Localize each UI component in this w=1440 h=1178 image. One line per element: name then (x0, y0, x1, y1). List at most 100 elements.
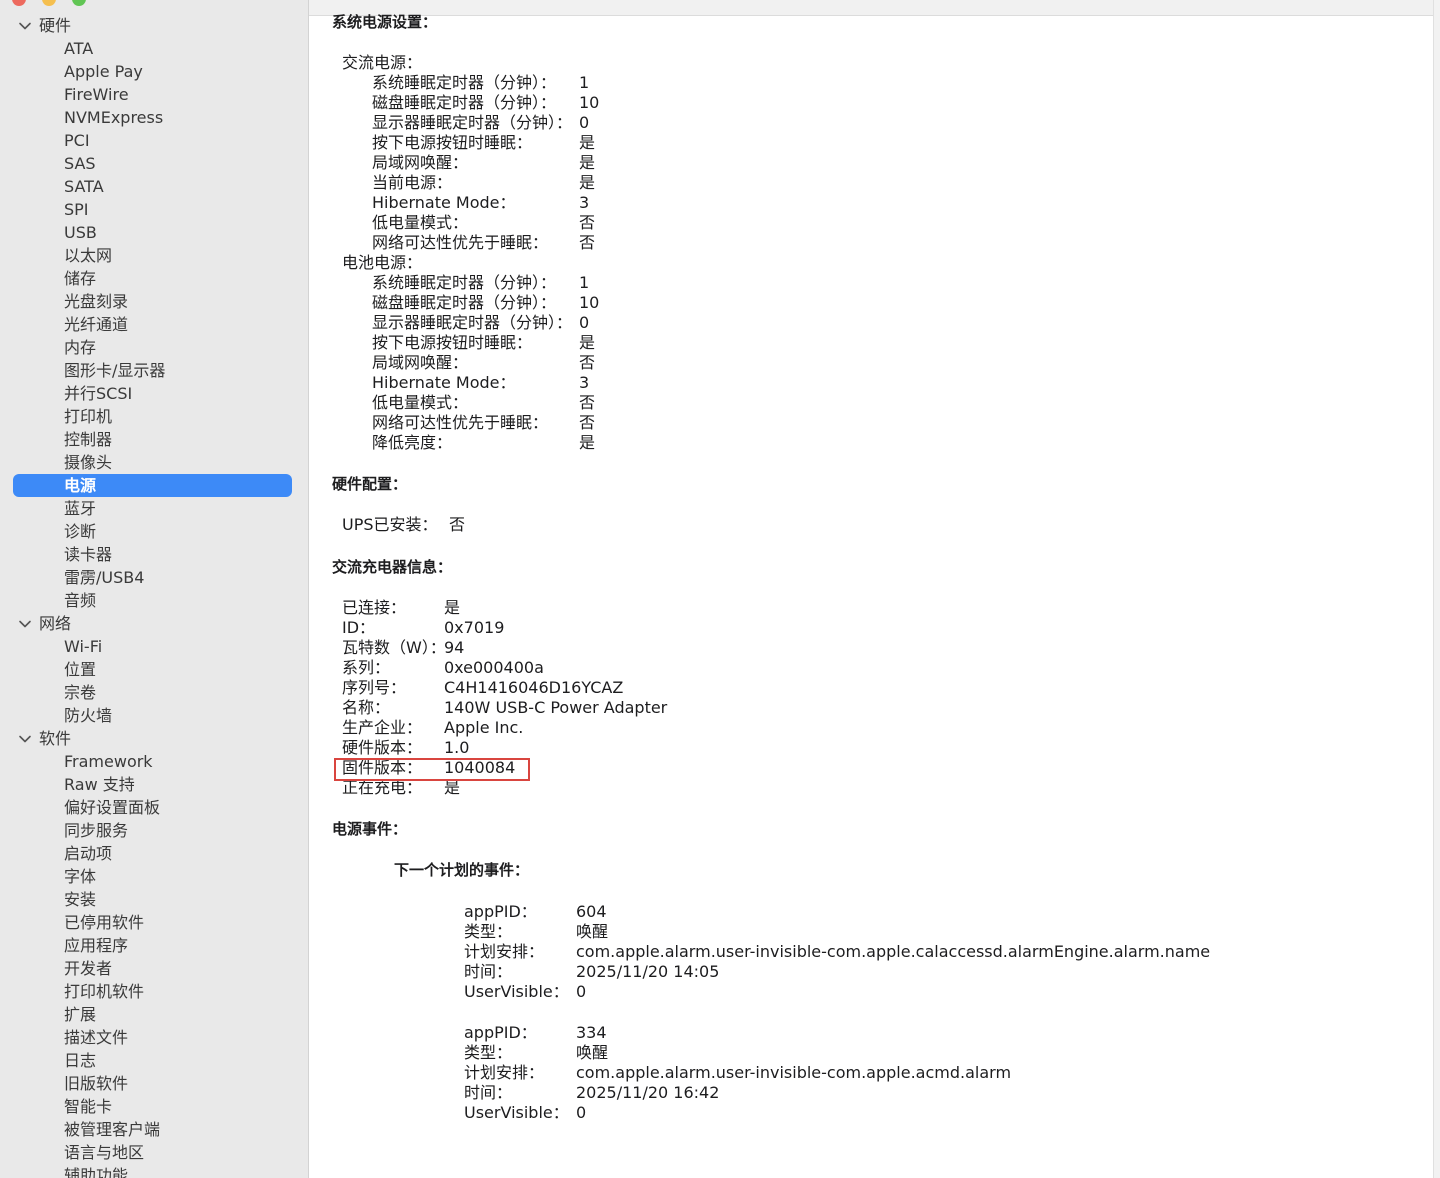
ac-setting-value: 10 (579, 93, 600, 112)
battery-setting-key: 系统睡眠定时器（分钟）： (372, 273, 557, 292)
sidebar-item[interactable]: 偏好设置面板 (13, 796, 292, 819)
sidebar-item[interactable]: 控制器 (13, 428, 292, 451)
battery-setting-value: 是 (579, 333, 596, 352)
sidebar-item[interactable]: 描述文件 (13, 1026, 292, 1049)
sidebar-item[interactable]: 光盘刻录 (13, 290, 292, 313)
sidebar-item[interactable]: 光纤通道 (13, 313, 292, 336)
battery-setting-value: 否 (579, 393, 596, 412)
event-value: 唤醒 (576, 922, 609, 941)
scrollbar[interactable] (1433, 0, 1440, 1178)
sidebar-group-label: 软件 (39, 729, 72, 748)
sidebar-group-2[interactable]: 软件 (18, 728, 71, 750)
event-value: 2025/11/20 16:42 (576, 1083, 720, 1102)
battery-setting-value: 10 (579, 293, 600, 312)
sidebar-item[interactable]: 以太网 (13, 244, 292, 267)
sidebar-item[interactable]: 旧版软件 (13, 1072, 292, 1095)
battery-setting-value: 是 (579, 433, 596, 452)
ups-installed-value: 否 (449, 515, 466, 534)
sidebar-item[interactable]: SATA (13, 175, 292, 198)
battery-setting-key: 局域网唤醒： (372, 353, 469, 372)
zoom-window-button[interactable] (72, 0, 86, 6)
battery-setting-key: 显示器睡眠定时器（分钟）： (372, 313, 573, 332)
sidebar-item[interactable]: 启动项 (13, 842, 292, 865)
sidebar-item[interactable]: 打印机软件 (13, 980, 292, 1003)
ac-setting-value: 0 (579, 113, 590, 132)
section-heading-ac-charger: 交流充电器信息： (332, 558, 453, 576)
minimize-window-button[interactable] (42, 0, 56, 6)
sidebar-item[interactable]: 音频 (13, 589, 292, 612)
sidebar-item[interactable]: Wi-Fi (13, 635, 292, 658)
sidebar-item[interactable]: FireWire (13, 83, 292, 106)
charger-info-value: 140W USB-C Power Adapter (444, 698, 668, 717)
charger-info-key: 名称： (342, 698, 391, 717)
event-key: UserVisible： (464, 982, 569, 1001)
sidebar-item[interactable]: PCI (13, 129, 292, 152)
ac-setting-key: 磁盘睡眠定时器（分钟）： (372, 93, 557, 112)
sidebar-item[interactable]: 辅助功能 (13, 1164, 292, 1178)
sidebar-item[interactable]: 摄像头 (13, 451, 292, 474)
sidebar-item[interactable]: Apple Pay (13, 60, 292, 83)
event-key: 时间： (464, 1083, 513, 1102)
sidebar-item[interactable]: Raw 支持 (13, 773, 292, 796)
firmware-version-highlight (334, 758, 530, 781)
sidebar-item[interactable]: 应用程序 (13, 934, 292, 957)
event-value: 604 (576, 902, 607, 921)
sidebar-item[interactable]: 日志 (13, 1049, 292, 1072)
sidebar-item[interactable]: Framework (13, 750, 292, 773)
chevron-down-icon[interactable] (18, 19, 32, 33)
battery-setting-key: 降低亮度： (372, 433, 453, 452)
sidebar-group-1[interactable]: 网络 (18, 613, 71, 635)
charger-info-key: ID： (342, 618, 376, 637)
battery-setting-value: 1 (579, 273, 590, 292)
ac-setting-value: 是 (579, 153, 596, 172)
sidebar-item[interactable]: 被管理客户端 (13, 1118, 292, 1141)
event-value: 334 (576, 1023, 607, 1042)
sidebar-item[interactable]: 防火墙 (13, 704, 292, 727)
sidebar-item[interactable]: 蓝牙 (13, 497, 292, 520)
ac-power-label: 交流电源： (342, 53, 423, 72)
sidebar-item[interactable]: 打印机 (13, 405, 292, 428)
sidebar-item[interactable]: 储存 (13, 267, 292, 290)
event-key: 计划安排： (464, 1063, 545, 1082)
sidebar-item[interactable]: 雷雳/USB4 (13, 566, 292, 589)
sidebar-item[interactable]: 已停用软件 (13, 911, 292, 934)
column-header-bar (309, 0, 1440, 16)
sidebar-item[interactable]: 开发者 (13, 957, 292, 980)
sidebar-item[interactable]: SPI (13, 198, 292, 221)
sidebar-item[interactable]: 宗卷 (13, 681, 292, 704)
chevron-down-icon[interactable] (18, 617, 32, 631)
sidebar-item[interactable]: 图形卡/显示器 (13, 359, 292, 382)
sidebar-item[interactable]: 安装 (13, 888, 292, 911)
sidebar-item[interactable]: 扩展 (13, 1003, 292, 1026)
event-value: 2025/11/20 14:05 (576, 962, 720, 981)
sidebar-item[interactable]: 位置 (13, 658, 292, 681)
event-value: 0 (576, 982, 587, 1001)
battery-setting-key: Hibernate Mode： (372, 373, 516, 392)
sidebar-item[interactable]: 内存 (13, 336, 292, 359)
sidebar-item[interactable]: SAS (13, 152, 292, 175)
sidebar-group-0[interactable]: 硬件 (18, 15, 71, 37)
sidebar-item[interactable]: 诊断 (13, 520, 292, 543)
sidebar-item[interactable]: USB (13, 221, 292, 244)
event-key: 计划安排： (464, 942, 545, 961)
sidebar-item[interactable]: 读卡器 (13, 543, 292, 566)
sidebar-item[interactable]: 同步服务 (13, 819, 292, 842)
charger-info-key: 序列号： (342, 678, 407, 697)
sidebar-item[interactable]: 字体 (13, 865, 292, 888)
chevron-down-icon[interactable] (18, 732, 32, 746)
charger-info-key: 系列： (342, 658, 391, 677)
battery-setting-key: 按下电源按钮时睡眠： (372, 333, 533, 352)
sidebar-item[interactable]: NVMExpress (13, 106, 292, 129)
section-heading-system-power: 系统电源设置： (332, 13, 438, 31)
sidebar-item[interactable]: 并行SCSI (13, 382, 292, 405)
sidebar-item[interactable]: ATA (13, 37, 292, 60)
ac-setting-value: 1 (579, 73, 590, 92)
sidebar-item[interactable]: 智能卡 (13, 1095, 292, 1118)
charger-info-key: 已连接： (342, 598, 407, 617)
sidebar-item[interactable]: 语言与地区 (13, 1141, 292, 1164)
event-key: 类型： (464, 1043, 513, 1062)
sidebar-item[interactable]: 电源 (13, 474, 292, 497)
sidebar-group-label: 硬件 (39, 16, 72, 35)
charger-info-value: 1.0 (444, 738, 470, 757)
close-window-button[interactable] (12, 0, 26, 6)
